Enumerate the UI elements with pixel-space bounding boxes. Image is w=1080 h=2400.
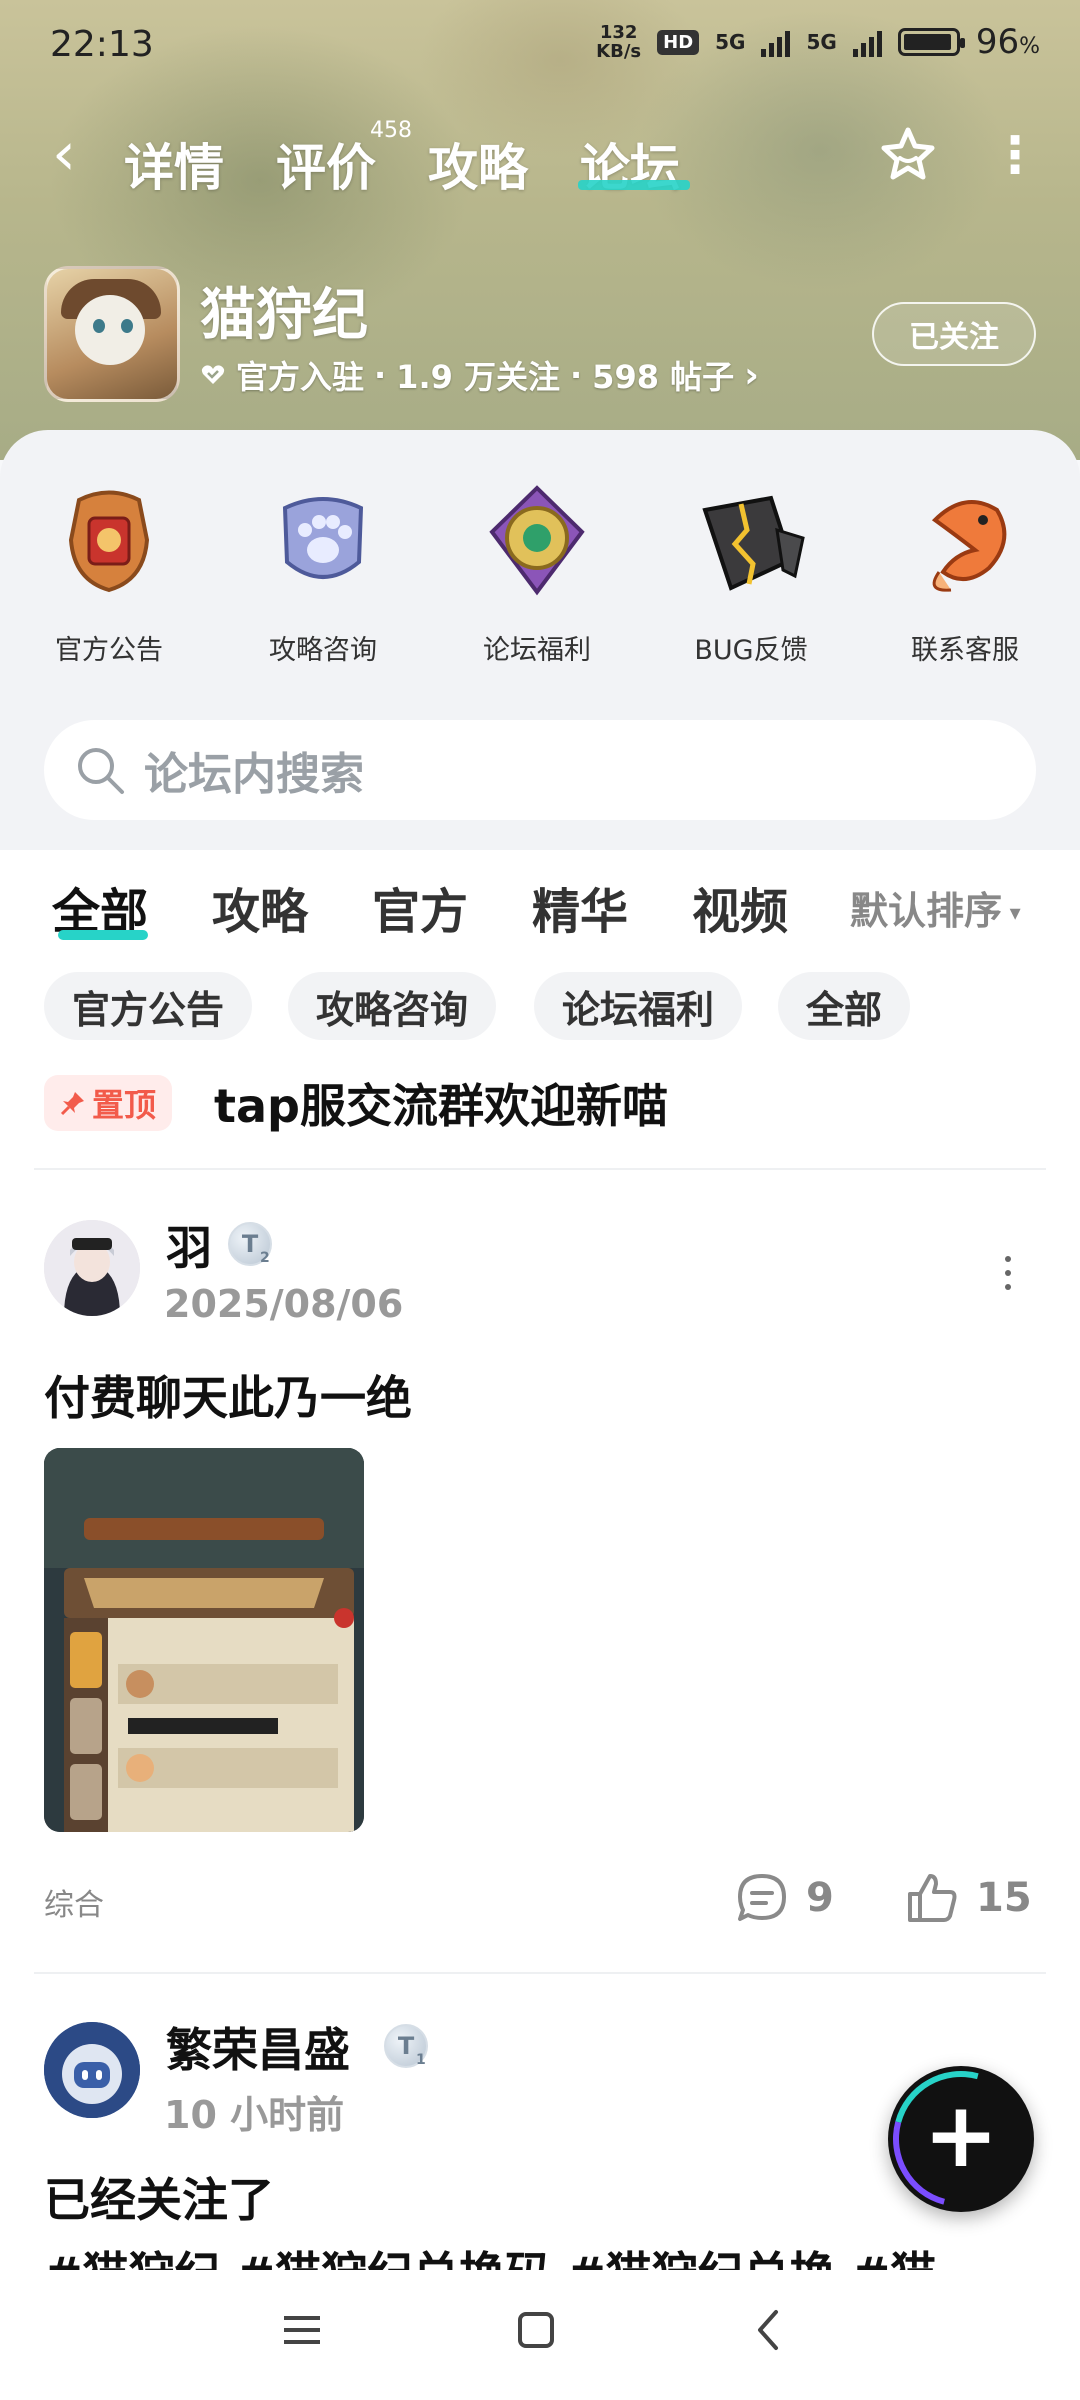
divider	[34, 1972, 1046, 1974]
avatar[interactable]	[44, 2022, 140, 2118]
system-nav-bar	[0, 2270, 1080, 2400]
announcement-badge-icon	[68, 490, 150, 593]
chip-forum-welfare[interactable]: 论坛福利	[534, 972, 743, 1040]
koi-fish-icon	[931, 500, 1007, 592]
battery-icon	[897, 28, 965, 56]
followers-count: 1.9 万关注	[396, 358, 561, 396]
active-tab-indicator	[578, 180, 690, 190]
robot-avatar-image	[44, 2022, 140, 2118]
comment-button[interactable]: 9	[734, 1870, 834, 1926]
chip-guide-consult[interactable]: 攻略咨询	[288, 972, 497, 1040]
pinned-post-title[interactable]: tap服交流群欢迎新喵	[214, 1070, 668, 1136]
filter-tab-guides[interactable]: 攻略	[212, 872, 308, 942]
game-icon[interactable]	[44, 266, 180, 402]
post-date: 2025/08/06	[164, 1282, 404, 1326]
tab-guides[interactable]: 攻略	[428, 128, 528, 200]
like-button[interactable]: 15	[904, 1870, 1032, 1926]
review-count-badge: 458	[370, 118, 412, 143]
net-5g-label: 5G	[715, 30, 746, 54]
sort-dropdown[interactable]: 默认排序 ▾	[850, 880, 1021, 935]
tab-details[interactable]: 详情	[124, 128, 224, 200]
search-icon	[78, 748, 124, 794]
back-icon[interactable]: ‹	[52, 124, 76, 184]
post-date: 10 小时前	[164, 2093, 345, 2137]
forum-search-bar[interactable]: 论坛内搜索	[44, 720, 1036, 820]
favorite-star-icon[interactable]	[876, 122, 940, 186]
category-panel: 官方公告 攻略咨询 论坛福利 BUG反馈 联系客服 论坛内搜索	[0, 430, 1080, 850]
net-5g-label: 5G	[806, 30, 837, 54]
filter-tab-featured[interactable]: 精华	[532, 872, 628, 942]
post-content[interactable]: 已经关注了	[44, 2164, 274, 2230]
battery-percent: 96%	[975, 22, 1040, 62]
pinned-badge: 置顶	[44, 1075, 173, 1131]
official-label: 官方入驻	[236, 358, 365, 396]
comment-icon	[738, 1874, 786, 1921]
category-guide-consult[interactable]: 攻略咨询	[216, 480, 430, 667]
category-forum-welfare[interactable]: 论坛福利	[430, 480, 644, 667]
signal-icon	[852, 27, 882, 57]
official-heart-icon	[201, 365, 225, 384]
divider	[34, 1168, 1046, 1170]
post-author[interactable]: 繁荣昌盛	[166, 2014, 350, 2080]
user-avatar-image	[44, 1220, 140, 1316]
top-nav: ‹ 详情 评价 458 攻略 论坛 ⋮	[0, 118, 1080, 198]
paw-shield-icon	[282, 497, 364, 579]
network-speed: 132 KB/s	[596, 22, 642, 62]
post-image[interactable]	[44, 1448, 364, 1832]
tab-reviews[interactable]: 评价	[276, 128, 376, 200]
category-customer-service[interactable]: 联系客服	[858, 480, 1072, 667]
post-author[interactable]: 羽	[166, 1212, 212, 1278]
filter-tab-video[interactable]: 视频	[692, 872, 788, 942]
active-filter-indicator	[58, 930, 148, 940]
plus-icon: +	[923, 2083, 999, 2188]
hd-icon: HD	[657, 29, 700, 55]
like-count: 15	[976, 1875, 1032, 1921]
avatar[interactable]	[44, 1220, 140, 1316]
game-title: 猫狩纪	[200, 283, 368, 348]
forum-feed: 全部 攻略 官方 精华 视频 默认排序 ▾ 官方公告 攻略咨询 论坛福利 全部 …	[0, 850, 1080, 2274]
filter-tab-official[interactable]: 官方	[372, 872, 468, 942]
menu-icon[interactable]	[280, 2308, 324, 2352]
signal-icon	[761, 27, 791, 57]
home-icon[interactable]	[514, 2308, 558, 2352]
thumbs-up-icon	[908, 1874, 957, 1922]
chip-all[interactable]: 全部	[778, 972, 911, 1040]
category-official-announcement[interactable]: 官方公告	[2, 480, 216, 667]
post-more-icon[interactable]	[1002, 1256, 1014, 1298]
back-nav-icon[interactable]	[748, 2308, 792, 2352]
status-time: 22:13	[50, 24, 154, 65]
pin-icon	[60, 1092, 84, 1116]
comment-count: 9	[806, 1875, 834, 1921]
new-post-button[interactable]: +	[888, 2066, 1034, 2212]
cracked-stone-icon	[702, 495, 805, 591]
category-bug-feedback[interactable]: BUG反馈	[644, 480, 858, 667]
post-content[interactable]: 付费聊天此乃一绝	[44, 1362, 412, 1428]
chip-official-announcement[interactable]: 官方公告	[44, 972, 253, 1040]
caret-down-icon: ▾	[1002, 901, 1021, 926]
game-meta[interactable]: 官方入驻 · 1.9 万关注 · 598 帖子 ›	[200, 352, 759, 398]
status-bar: 22:13 132 KB/s HD 5G 5G 96%	[0, 0, 1080, 90]
jewel-medal-icon	[489, 485, 585, 596]
more-menu-icon[interactable]: ⋮	[990, 130, 1040, 180]
game-screenshot-image	[44, 1448, 364, 1832]
search-placeholder: 论坛内搜索	[144, 749, 364, 800]
post-category-tag[interactable]: 综合	[44, 1880, 104, 1924]
follow-button[interactable]: 已关注	[872, 302, 1036, 366]
chevron-right-icon: ›	[744, 354, 759, 396]
posts-count: 598 帖子	[592, 358, 735, 396]
